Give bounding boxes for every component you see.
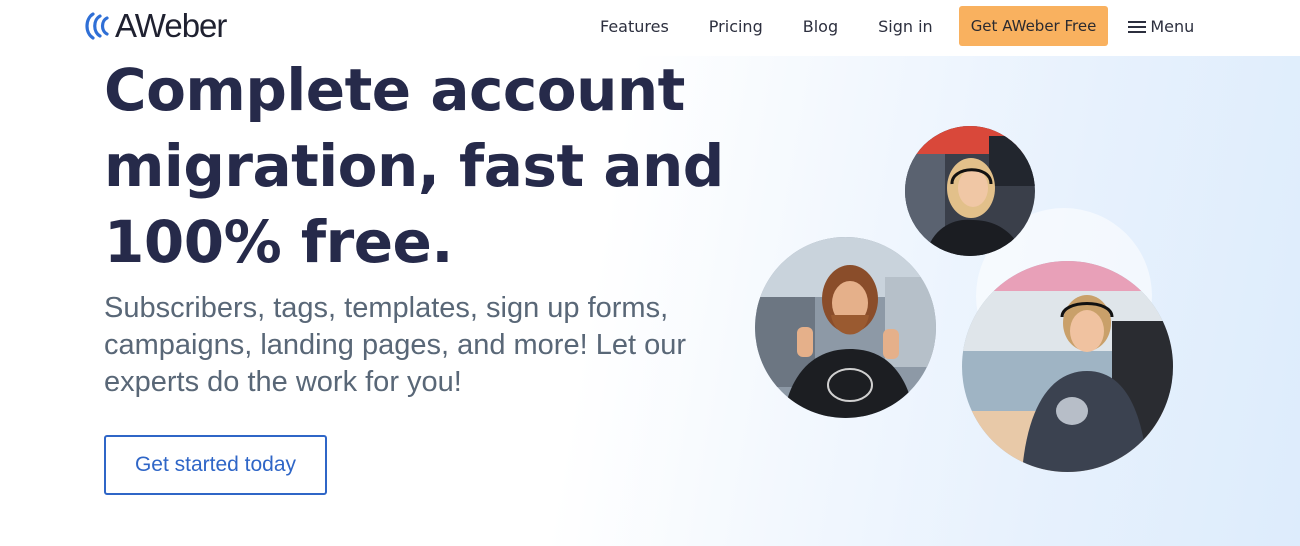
get-started-button[interactable]: Get started today bbox=[104, 435, 327, 495]
main-nav: Features Pricing Blog Sign in Get AWeber… bbox=[600, 6, 1194, 46]
nav-sign-in[interactable]: Sign in bbox=[878, 17, 933, 36]
support-agent-photo-1 bbox=[905, 126, 1035, 256]
get-aweber-free-button[interactable]: Get AWeber Free bbox=[958, 6, 1109, 46]
support-agent-photo-3 bbox=[962, 261, 1173, 472]
nav-blog[interactable]: Blog bbox=[803, 17, 838, 36]
hamburger-icon bbox=[1128, 19, 1147, 33]
site-header: AWeber Features Pricing Blog Sign in Get… bbox=[0, 0, 1300, 56]
nav-pricing[interactable]: Pricing bbox=[709, 17, 763, 36]
hero-subtitle: Subscribers, tags, templates, sign up fo… bbox=[104, 292, 686, 398]
logo-text: AWeber bbox=[115, 7, 227, 44]
hero-title: Complete account migration, fast and 100… bbox=[104, 56, 724, 276]
aweber-logo[interactable]: AWeber bbox=[84, 6, 227, 46]
menu-button[interactable]: Menu bbox=[1128, 17, 1194, 36]
nav-features[interactable]: Features bbox=[600, 17, 669, 36]
menu-label: Menu bbox=[1150, 16, 1195, 36]
aweber-wave-icon bbox=[84, 10, 118, 42]
support-agent-photo-2 bbox=[755, 237, 936, 418]
